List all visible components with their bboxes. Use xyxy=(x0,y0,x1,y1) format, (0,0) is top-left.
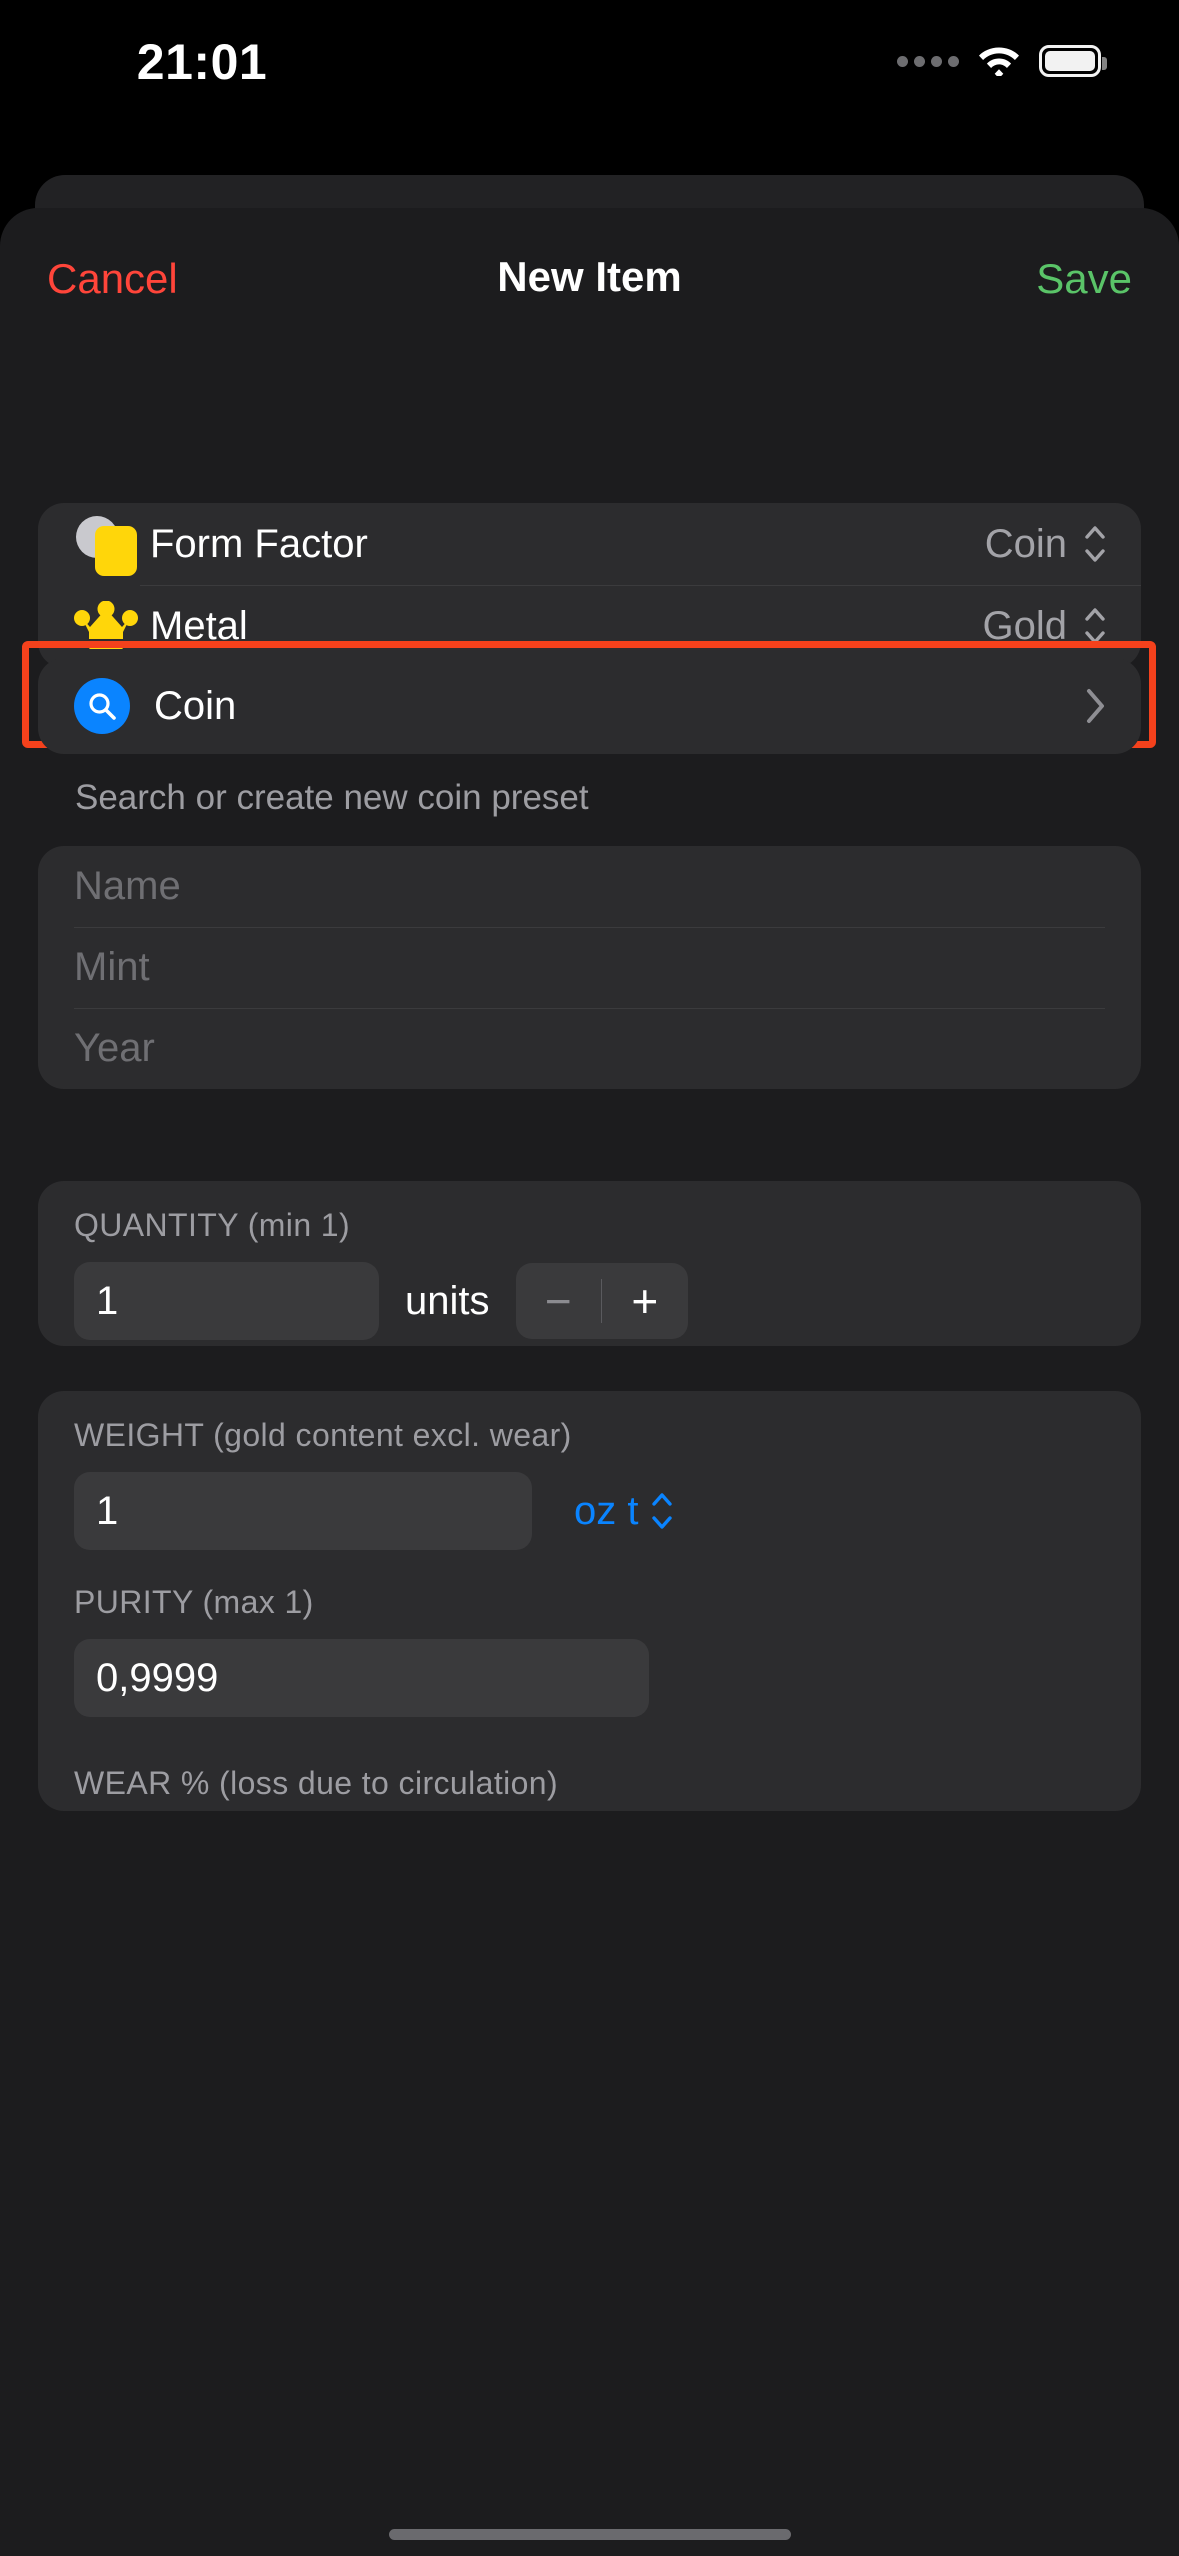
quantity-stepper[interactable]: − + xyxy=(515,1263,688,1339)
weight-unit-picker[interactable]: oz t xyxy=(574,1489,674,1534)
weight-input[interactable]: 1 xyxy=(74,1472,532,1550)
wifi-icon xyxy=(977,42,1021,81)
weight-group: WEIGHT (gold content excl. wear) 1 oz t … xyxy=(38,1391,1141,1811)
purity-input[interactable]: 0,9999 xyxy=(74,1639,649,1717)
coin-bar-icon xyxy=(74,512,142,576)
quantity-row: 1 units − + xyxy=(74,1262,1105,1340)
preset-group: Coin xyxy=(38,658,1141,754)
chevron-right-icon xyxy=(1085,687,1107,725)
status-time: 21:01 xyxy=(136,34,268,90)
year-field[interactable]: Year xyxy=(74,1008,1105,1089)
weight-row: 1 oz t xyxy=(74,1472,1105,1550)
row-form-factor[interactable]: Form Factor Coin xyxy=(38,503,1141,585)
quantity-label: QUANTITY (min 1) xyxy=(74,1207,351,1243)
chevron-up-down-icon xyxy=(1083,524,1107,564)
chevron-up-down-icon xyxy=(1083,606,1107,646)
battery-full-icon xyxy=(1039,45,1107,77)
home-indicator xyxy=(388,2529,791,2540)
form-factor-label: Form Factor xyxy=(150,521,368,566)
search-circle-icon xyxy=(74,678,130,734)
name-field[interactable]: Name xyxy=(74,846,1105,927)
preset-helper-text: Search or create new coin preset xyxy=(75,778,589,817)
chevron-up-down-icon xyxy=(638,1491,674,1531)
coin-preset-row[interactable]: Coin xyxy=(38,658,1141,754)
wear-label: WEAR % (loss due to circulation) xyxy=(74,1765,559,1801)
mint-field[interactable]: Mint xyxy=(74,927,1105,1008)
details-group: Name Mint Year xyxy=(38,846,1141,1089)
form-factor-value: Coin xyxy=(984,521,1067,566)
status-bar: 21:01 xyxy=(0,0,1179,175)
weight-unit-value: oz t xyxy=(574,1488,639,1533)
save-button[interactable]: Save xyxy=(1036,258,1132,300)
coin-preset-label: Coin xyxy=(154,683,237,728)
navigation-bar: Cancel New Item Save xyxy=(0,208,1179,341)
new-item-sheet: Cancel New Item Save Form Factor Coin Me… xyxy=(0,208,1179,2556)
page-title: New Item xyxy=(497,253,682,300)
cellular-dots-icon xyxy=(897,55,959,67)
status-icons xyxy=(897,38,1107,84)
quantity-increment-button[interactable]: + xyxy=(602,1263,688,1339)
quantity-group: QUANTITY (min 1) 1 units − + xyxy=(38,1181,1141,1346)
quantity-decrement-button[interactable]: − xyxy=(516,1263,602,1339)
purity-label: PURITY (max 1) xyxy=(74,1584,314,1620)
phone-screen: 21:01 Cancel New Item Save Form Factor C… xyxy=(0,0,1179,2556)
form-scroll-area: Form Factor Coin Metal Gold Coin Search … xyxy=(0,341,1179,2556)
weight-label: WEIGHT (gold content excl. wear) xyxy=(74,1417,572,1453)
quantity-input[interactable]: 1 xyxy=(74,1262,379,1340)
quantity-units-label: units xyxy=(405,1278,490,1323)
